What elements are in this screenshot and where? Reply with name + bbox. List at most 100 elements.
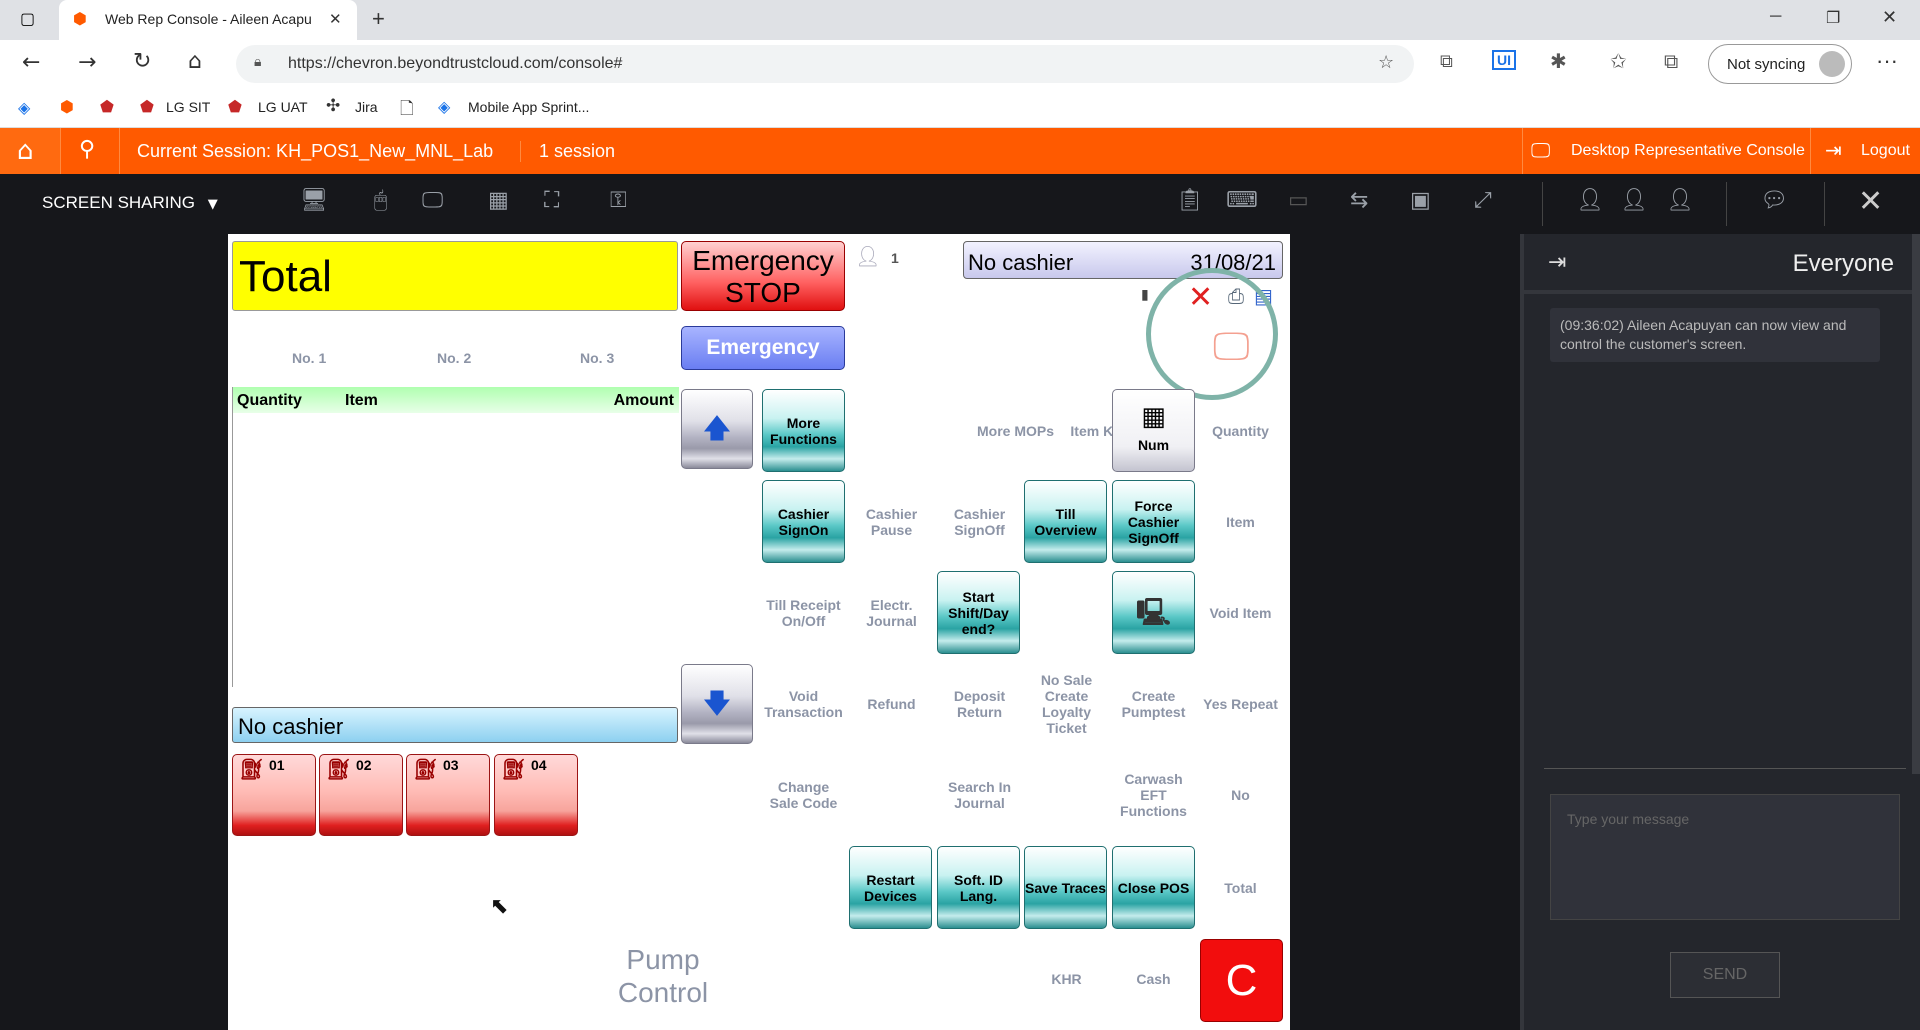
key-icon[interactable]: ⚿	[610, 188, 627, 213]
pos-terminal-button[interactable]: 🖳︎	[1112, 571, 1195, 654]
remove-user-icon[interactable]: 👤︎	[1666, 188, 1694, 213]
carwash-eft[interactable]: Carwash EFT Functions	[1112, 753, 1195, 836]
current-session[interactable]: Current Session: KH_POS1_New_MNL_Lab	[137, 141, 493, 162]
nozzle-1[interactable]: No. 1	[292, 350, 326, 366]
send-button[interactable]: SEND	[1670, 952, 1780, 998]
pump-04[interactable]: ⛽︎ 04	[494, 754, 578, 836]
chat-message-input[interactable]: Type your message	[1550, 794, 1900, 920]
extension-icon[interactable]: ⧉	[1440, 51, 1453, 72]
close-tab-icon[interactable]: ✕	[329, 10, 342, 28]
restore-icon[interactable]: ❐	[1826, 8, 1840, 27]
change-sale-code[interactable]: Change Sale Code	[762, 753, 845, 836]
invite-user-icon[interactable]: 👤︎	[1620, 188, 1648, 213]
puzzle-icon[interactable]: ✱	[1550, 49, 1567, 73]
item[interactable]: Item	[1199, 480, 1282, 563]
force-cashier-signoff-button[interactable]: Force Cashier SignOff	[1112, 480, 1195, 563]
favorite-star-icon[interactable]: ☆	[1378, 52, 1394, 73]
close-pos-button[interactable]: Close POS	[1112, 846, 1195, 929]
void-transaction[interactable]: Void Transaction	[762, 662, 845, 745]
create-pumptest[interactable]: Create Pumptest	[1112, 662, 1195, 745]
scroll-down-button[interactable]: 🡇	[681, 664, 753, 744]
pump-01[interactable]: ⛽︎ 01	[232, 754, 316, 836]
soft-id-button[interactable]: Soft. ID Lang.	[937, 846, 1020, 929]
refresh-icon[interactable]: ↻	[133, 49, 151, 74]
monitor-icon[interactable]: 🖵︎	[422, 188, 443, 213]
leave-chat-icon[interactable]: ⇥	[1548, 250, 1566, 275]
void-item[interactable]: Void Item	[1199, 571, 1282, 654]
nozzle-3[interactable]: No. 3	[580, 350, 614, 366]
clipboard-icon[interactable]: 📋︎	[1176, 188, 1204, 213]
forward-icon[interactable]: →	[78, 50, 96, 75]
pump-03[interactable]: ⛽︎ 03	[406, 754, 490, 836]
logout-button[interactable]: ⇥ Logout	[1810, 128, 1920, 174]
multi-monitor-icon[interactable]: ▭	[1288, 188, 1309, 213]
cashier-signoff[interactable]: Cashier SignOff	[938, 480, 1021, 563]
nozzle-2[interactable]: No. 2	[437, 350, 471, 366]
no-sale[interactable]: No Sale Create Loyalty Ticket	[1025, 662, 1108, 745]
ui-extension-icon[interactable]: UI	[1492, 50, 1516, 70]
quantity[interactable]: Quantity	[1199, 389, 1282, 472]
start-shift-button[interactable]: Start Shift/Day end?	[937, 571, 1020, 654]
emergency-button[interactable]: Emergency	[681, 326, 845, 370]
fit-screen-icon[interactable]: ⇆	[1350, 188, 1368, 213]
item-list[interactable]: Quantity Item Amount	[232, 387, 679, 687]
session-count[interactable]: 1 session	[520, 141, 615, 162]
new-tab-icon[interactable]: +	[372, 6, 385, 32]
search-journal[interactable]: Search In Journal	[938, 753, 1021, 836]
screenshot-icon[interactable]: ⛶	[544, 188, 559, 213]
more-mops[interactable]: More MOPs	[974, 389, 1057, 472]
chat-scrollbar[interactable]	[1912, 234, 1920, 774]
desktop-console-button[interactable]: 🖵︎ Desktop Representative Console	[1522, 128, 1808, 174]
url-field[interactable]: 🔒︎ https://chevron.beyondtrustcloud.com/…	[236, 45, 1414, 83]
numpad-button[interactable]: ▦ Num	[1112, 389, 1195, 472]
cashier-pause[interactable]: Cashier Pause	[850, 480, 933, 563]
pump-control-label[interactable]: Pump Control	[608, 943, 718, 1009]
electr-journal[interactable]: Electr. Journal	[850, 571, 933, 654]
till-overview-button[interactable]: Till Overview	[1024, 480, 1107, 563]
refund[interactable]: Refund	[850, 662, 933, 745]
home-button[interactable]: ⌂	[0, 128, 60, 174]
fullscreen-icon[interactable]: ⤢	[1474, 188, 1492, 213]
document-icon[interactable]: 🗋︎	[400, 96, 414, 125]
chat-icon[interactable]: 💬︎	[1760, 188, 1788, 213]
browser-tab[interactable]: ⬢ Web Rep Console - Aileen Acapu ✕	[59, 0, 357, 40]
bookmark-app-icon[interactable]: ◈	[18, 98, 30, 117]
mouse-control-icon[interactable]: 🖱︎	[374, 188, 387, 213]
pump-02[interactable]: ⛽︎ 02	[319, 754, 403, 836]
till-receipt[interactable]: Till Receipt On/Off	[762, 571, 845, 654]
more-functions-button[interactable]: More Functions	[762, 389, 845, 472]
bookmark-lg-sit[interactable]: LG SIT	[166, 99, 210, 115]
scroll-up-button[interactable]: 🡅	[681, 389, 753, 469]
khr[interactable]: KHR	[1025, 937, 1108, 1020]
collections-icon[interactable]: ⧉	[1664, 49, 1678, 73]
no[interactable]: No	[1199, 753, 1282, 836]
remote-pos-screen[interactable]: Total Emergency STOP 👤︎ 1 No cashier 31/…	[228, 234, 1290, 1030]
cash[interactable]: Cash	[1112, 937, 1195, 1020]
display-icon[interactable]: ▣	[1410, 188, 1431, 213]
keyboard-icon[interactable]: ⌨	[1226, 188, 1258, 213]
search-button[interactable]: ⚲	[60, 128, 120, 174]
bookmark-jira[interactable]: Jira	[355, 99, 378, 115]
add-user-icon[interactable]: 👤︎	[1576, 188, 1604, 213]
yes-repeat[interactable]: Yes Repeat	[1199, 662, 1282, 745]
bookmark-mobile-app-sprint[interactable]: Mobile App Sprint...	[468, 99, 589, 115]
save-traces-button[interactable]: Save Traces	[1024, 846, 1107, 929]
home-icon[interactable]: ⌂	[188, 49, 202, 74]
total-key[interactable]: Total	[1199, 846, 1282, 929]
profile-button[interactable]: Not syncing	[1708, 44, 1852, 84]
close-window-icon[interactable]: ✕	[1882, 7, 1897, 28]
screen-view-icon[interactable]: 🖥︎	[300, 188, 328, 213]
cashier-signon-button[interactable]: Cashier SignOn	[762, 480, 845, 563]
back-icon[interactable]: ←	[22, 50, 40, 75]
minimize-icon[interactable]: ─	[1770, 8, 1781, 26]
screen-sharing-dropdown[interactable]: SCREEN SHARING ▼	[42, 193, 218, 213]
bookmark-chevron-icon[interactable]: ⬟	[100, 97, 114, 116]
deposit-return[interactable]: Deposit Return	[938, 662, 1021, 745]
bookmark-beyondtrust-icon[interactable]: ⬢	[60, 97, 74, 116]
bookmark-lg-uat[interactable]: LG UAT	[258, 99, 308, 115]
clear-button[interactable]: C	[1200, 939, 1283, 1022]
keyboard-abcd-icon[interactable]: ▦	[488, 188, 509, 213]
emergency-stop-button[interactable]: Emergency STOP	[681, 241, 845, 311]
close-session-icon[interactable]: ✕	[1858, 184, 1883, 219]
favorites-icon[interactable]: ✩	[1610, 49, 1627, 73]
